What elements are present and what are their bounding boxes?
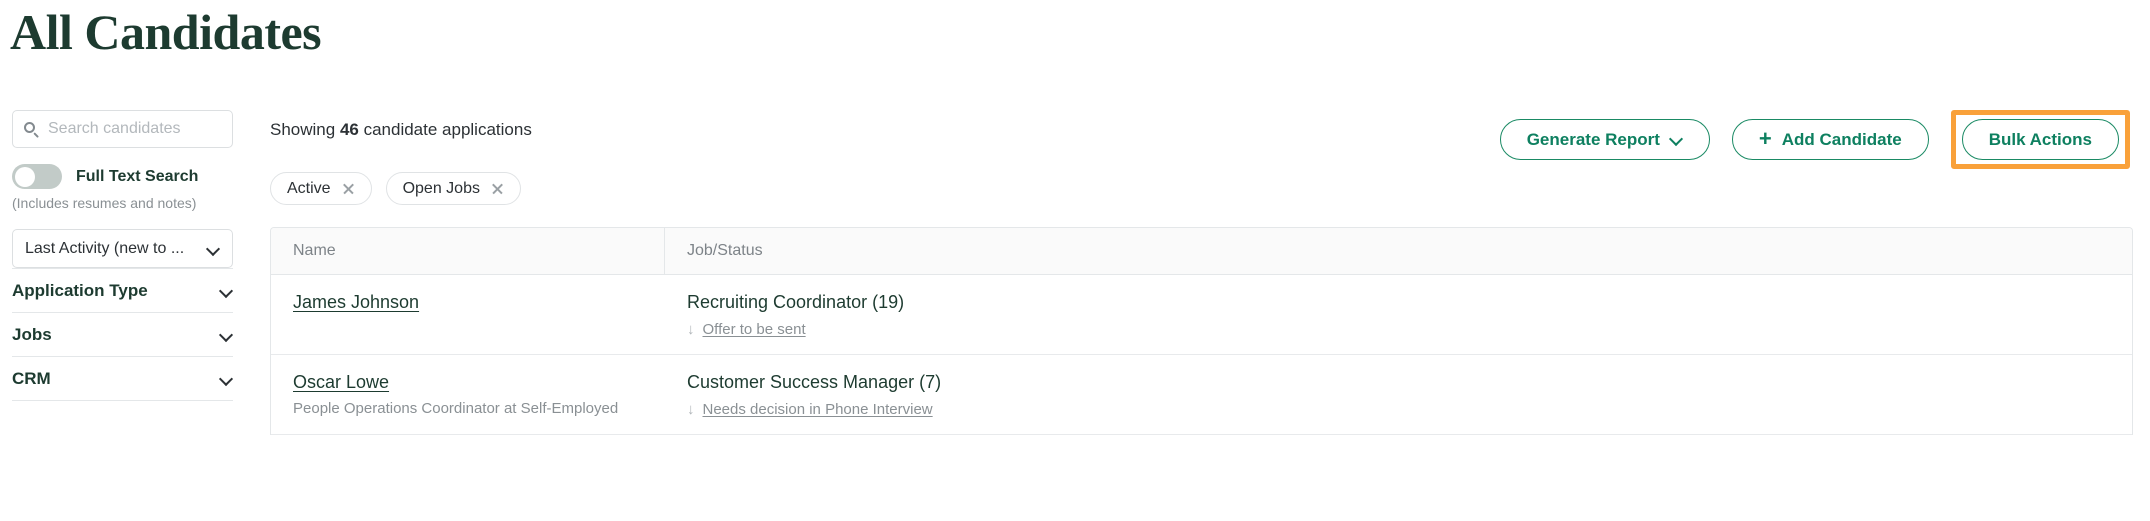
job-title: Customer Success Manager (7) bbox=[687, 372, 942, 392]
table-header-row: Name Job/Status bbox=[271, 228, 2132, 275]
table-row[interactable]: James Johnson Recruiting Coordinator (19… bbox=[271, 275, 2132, 355]
bulk-actions-label: Bulk Actions bbox=[1988, 129, 2092, 149]
search-input[interactable] bbox=[48, 120, 222, 138]
bulk-actions-button[interactable]: Bulk Actions bbox=[1961, 119, 2119, 160]
toolbar-buttons: Generate Report + Add Candidate Bulk Act… bbox=[1499, 110, 2130, 169]
toolbar: Showing 46 candidate applications Genera… bbox=[270, 110, 2150, 169]
add-candidate-label: Add Candidate bbox=[1781, 129, 1902, 149]
page-title: All Candidates bbox=[10, 4, 322, 60]
status-link[interactable]: Needs decision in Phone Interview bbox=[703, 401, 933, 418]
sidebar-filter-application-type[interactable]: Application Type bbox=[12, 268, 233, 312]
main-content: Showing 46 candidate applications Genera… bbox=[270, 110, 2150, 435]
candidate-name-link[interactable]: James Johnson bbox=[293, 292, 665, 313]
showing-count: 46 bbox=[339, 120, 359, 139]
active-filter-chips: Active Open Jobs bbox=[270, 172, 2150, 205]
toggle-knob bbox=[15, 166, 35, 187]
candidate-job-cell: Customer Success Manager (7) ↓ Needs dec… bbox=[665, 372, 2132, 434]
bulk-actions-highlight: Bulk Actions bbox=[1950, 110, 2130, 169]
candidate-name-link[interactable]: Oscar Lowe bbox=[293, 372, 665, 393]
close-icon[interactable] bbox=[491, 182, 504, 195]
filter-chip-active[interactable]: Active bbox=[270, 172, 372, 205]
filter-label: Jobs bbox=[12, 324, 52, 344]
sidebar-filter-crm[interactable]: CRM bbox=[12, 356, 233, 400]
arrow-down-icon: ↓ bbox=[687, 321, 695, 338]
candidates-table: Name Job/Status James Johnson Recruiting… bbox=[270, 227, 2133, 435]
full-text-search-toggle[interactable] bbox=[12, 164, 62, 189]
chevron-down-icon bbox=[207, 242, 220, 255]
status-link[interactable]: Offer to be sent bbox=[703, 321, 806, 338]
full-text-search-label: Full Text Search bbox=[76, 167, 199, 185]
candidates-page: All Candidates Full Text Search (Include… bbox=[0, 0, 2150, 521]
search-box[interactable] bbox=[12, 110, 233, 148]
chip-label: Open Jobs bbox=[402, 179, 480, 197]
close-icon[interactable] bbox=[342, 182, 355, 195]
column-header-name[interactable]: Name bbox=[271, 228, 665, 274]
sort-select-value: Last Activity (new to ... bbox=[25, 239, 185, 257]
results-count-text: Showing 46 candidate applications bbox=[270, 120, 532, 140]
search-icon bbox=[23, 121, 40, 138]
sort-select[interactable]: Last Activity (new to ... bbox=[12, 229, 233, 268]
arrow-down-icon: ↓ bbox=[687, 401, 695, 418]
job-status: ↓ Needs decision in Phone Interview bbox=[687, 401, 2132, 418]
column-header-job-status[interactable]: Job/Status bbox=[665, 228, 2132, 274]
filter-chip-open-jobs[interactable]: Open Jobs bbox=[385, 172, 521, 205]
generate-report-button[interactable]: Generate Report bbox=[1499, 119, 1710, 160]
sidebar: Full Text Search (Includes resumes and n… bbox=[0, 110, 245, 401]
add-candidate-button[interactable]: + Add Candidate bbox=[1731, 119, 1929, 160]
full-text-search-row[interactable]: Full Text Search bbox=[12, 164, 233, 189]
filter-label: CRM bbox=[12, 368, 51, 388]
showing-prefix: Showing bbox=[270, 120, 340, 139]
candidate-name-cell: Oscar Lowe People Operations Coordinator… bbox=[271, 372, 665, 434]
chevron-down-icon bbox=[1670, 133, 1683, 146]
chip-label: Active bbox=[287, 179, 331, 197]
sidebar-divider bbox=[12, 400, 233, 401]
showing-suffix: candidate applications bbox=[358, 120, 532, 139]
chevron-down-icon bbox=[220, 284, 233, 297]
generate-report-label: Generate Report bbox=[1526, 129, 1660, 149]
filter-label: Application Type bbox=[12, 280, 148, 300]
chevron-down-icon bbox=[220, 372, 233, 385]
job-title: Recruiting Coordinator (19) bbox=[687, 292, 905, 312]
full-text-search-sublabel: (Includes resumes and notes) bbox=[12, 195, 197, 211]
table-row[interactable]: Oscar Lowe People Operations Coordinator… bbox=[271, 355, 2132, 435]
candidate-job-cell: Recruiting Coordinator (19) ↓ Offer to b… bbox=[665, 292, 2132, 354]
chevron-down-icon bbox=[220, 328, 233, 341]
job-status: ↓ Offer to be sent bbox=[687, 321, 2132, 338]
sidebar-filter-jobs[interactable]: Jobs bbox=[12, 312, 233, 356]
candidate-name-cell: James Johnson bbox=[271, 292, 665, 354]
candidate-subtitle: People Operations Coordinator at Self-Em… bbox=[293, 400, 619, 417]
